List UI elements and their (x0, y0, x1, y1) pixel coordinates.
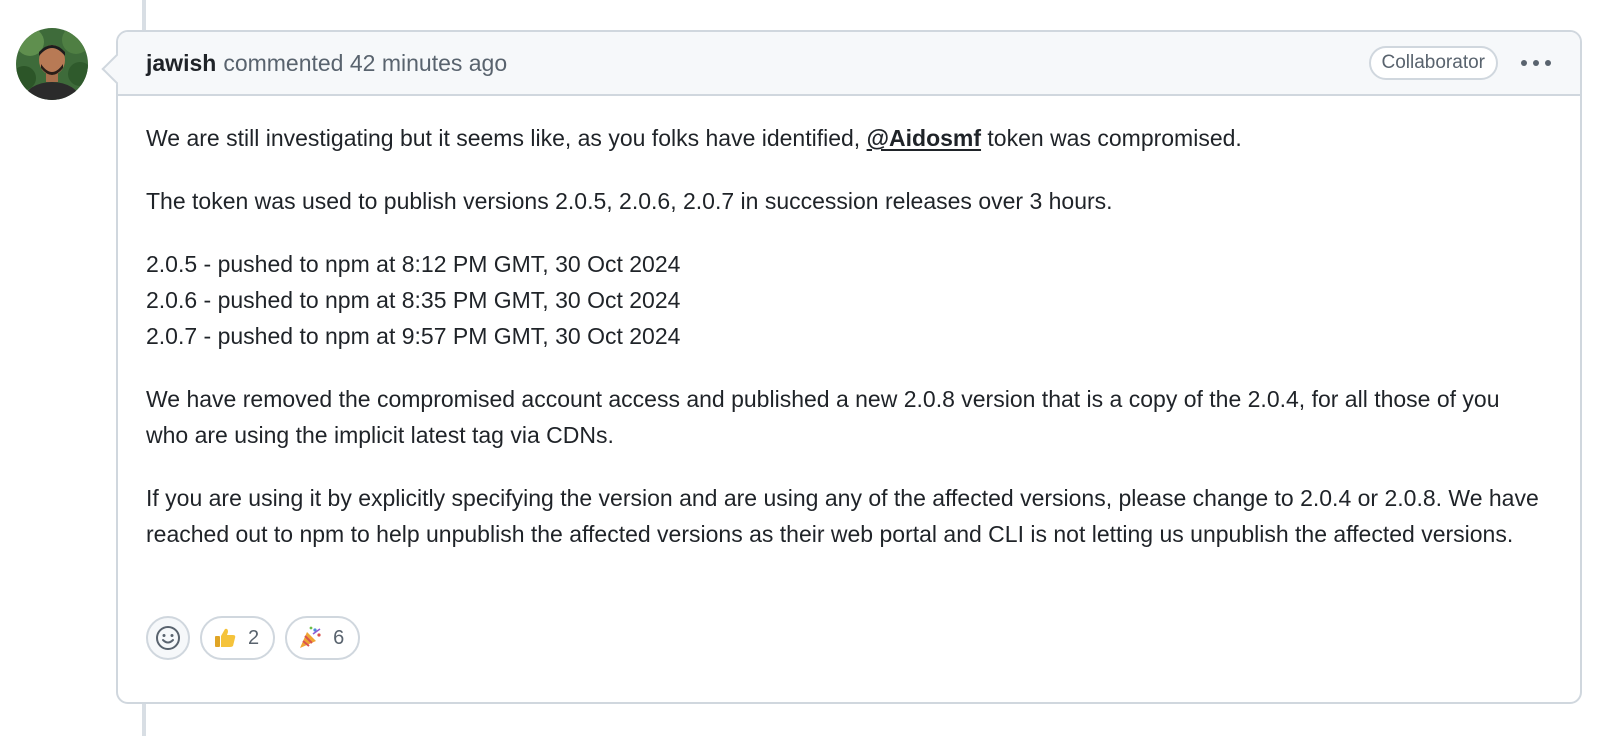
release-line: 2.0.7 - pushed to npm at 9:57 PM GMT, 30… (146, 323, 681, 349)
reaction-thumbs-up-button[interactable]: 2 (200, 616, 276, 660)
comment-header: jawish commented 42 minutes ago Collabor… (118, 32, 1580, 96)
release-line: 2.0.6 - pushed to npm at 8:35 PM GMT, 30… (146, 287, 681, 313)
reaction-party-button[interactable]: 6 (285, 616, 361, 660)
user-mention-link[interactable]: @Aidosmf (867, 125, 981, 151)
comment-body: We are still investigating but it seems … (118, 96, 1580, 552)
paragraph-remediation: We have removed the compromised account … (146, 386, 1500, 448)
party-popper-icon (297, 625, 323, 651)
thumbs-up-icon (212, 625, 238, 651)
reaction-count: 2 (248, 626, 260, 649)
release-line: 2.0.5 - pushed to npm at 8:12 PM GMT, 30… (146, 251, 681, 277)
paragraph-instructions: If you are using it by explicitly specif… (146, 485, 1539, 547)
release-list: 2.0.5 - pushed to npm at 8:12 PM GMT, 30… (146, 246, 1540, 354)
paragraph-compromised: We are still investigating but it seems … (146, 125, 1242, 151)
reaction-count: 6 (333, 626, 345, 649)
reactions-bar: 2 6 (146, 616, 361, 660)
comment-box: jawish commented 42 minutes ago Collabor… (116, 30, 1582, 704)
comment-timestamp[interactable]: commented 42 minutes ago (223, 50, 507, 77)
smiley-icon[interactable] (146, 616, 190, 660)
author-name[interactable]: jawish (146, 50, 216, 77)
avatar[interactable] (16, 28, 88, 100)
paragraph-token-usage: The token was used to publish versions 2… (146, 188, 1113, 214)
collaborator-badge: Collaborator (1368, 46, 1498, 80)
kebab-horizontal-icon[interactable] (1518, 51, 1554, 75)
